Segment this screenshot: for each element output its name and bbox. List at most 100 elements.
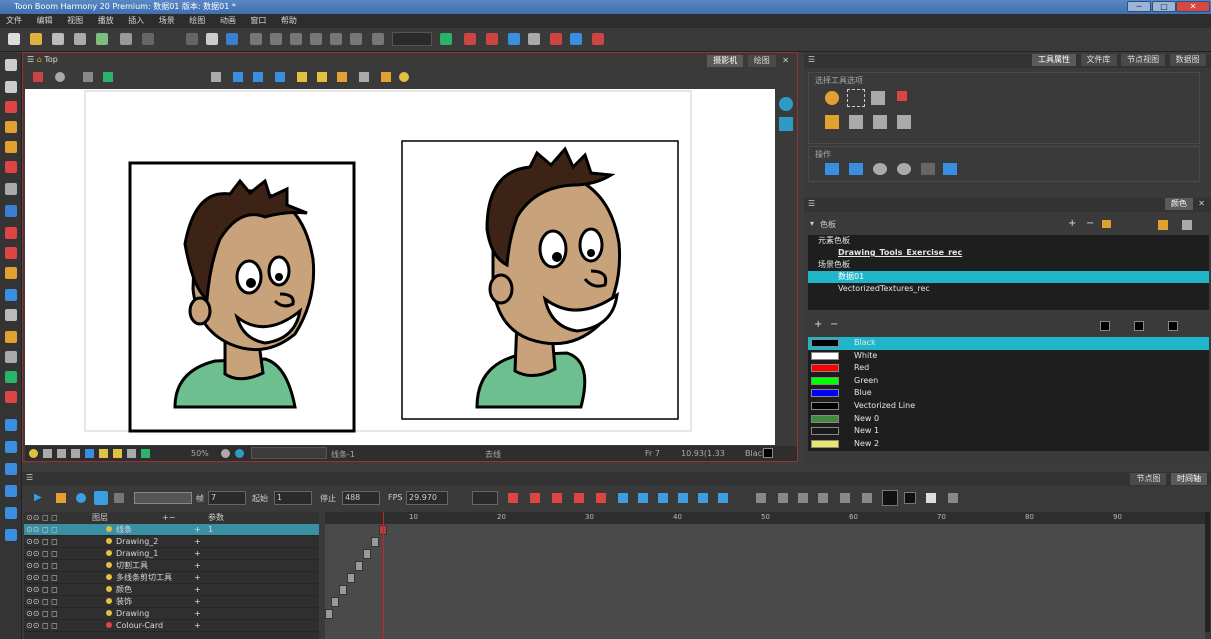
brush-icon[interactable]	[5, 101, 17, 113]
tab-color[interactable]: 颜色	[1165, 198, 1193, 210]
split-icon[interactable]	[718, 493, 728, 503]
toggle-b-icon[interactable]	[57, 449, 66, 458]
undo-icon[interactable]	[120, 33, 132, 45]
option-d-icon[interactable]	[897, 115, 911, 129]
kf-tool-e-icon[interactable]	[862, 493, 872, 503]
layer-row[interactable]: ⊙⊙ ◻ ◻ Colour-Card +	[24, 620, 319, 632]
rotate-icon[interactable]	[221, 449, 230, 458]
motion-icon[interactable]	[574, 493, 584, 503]
function-icon[interactable]	[528, 33, 540, 45]
light-table-icon[interactable]	[440, 33, 452, 45]
home-icon[interactable]: ⌂	[37, 55, 42, 64]
timeline-tool-b-icon[interactable]	[5, 441, 17, 453]
toggle-e-icon[interactable]	[99, 449, 108, 458]
tool-e-icon[interactable]	[330, 33, 342, 45]
palette-item-drawing-tools[interactable]: Drawing_Tools_Exercise_rec	[808, 247, 1209, 259]
menu-animation[interactable]: 动画	[214, 14, 242, 28]
menu-play[interactable]: 播放	[92, 14, 120, 28]
swatch-row-new1[interactable]: New 1	[808, 425, 1209, 438]
hand-icon[interactable]	[5, 309, 17, 321]
save-icon[interactable]	[52, 33, 64, 45]
brush-tool-icon[interactable]	[570, 33, 582, 45]
insert-frame-icon[interactable]	[638, 493, 648, 503]
palette-lock-icon[interactable]	[1158, 220, 1168, 230]
snap-icon[interactable]	[871, 91, 885, 105]
close-button[interactable]: ✕	[1176, 1, 1210, 12]
view-mode-c-icon[interactable]	[926, 493, 936, 503]
tab-timeline[interactable]: 时间轴	[1171, 473, 1207, 485]
clear-icon[interactable]	[756, 493, 766, 503]
kf-tool-c-icon[interactable]	[818, 493, 828, 503]
kf-next-icon[interactable]	[678, 493, 688, 503]
grid-tool-icon[interactable]	[5, 351, 17, 363]
swatch-row-new2[interactable]: New 2	[808, 438, 1209, 451]
toggle-h-icon[interactable]	[141, 449, 150, 458]
tab-node-view[interactable]: 节点视图	[1121, 54, 1166, 66]
palette-item-vectorized-textures[interactable]: VectorizedTextures_rec	[808, 283, 1209, 295]
cutter-icon[interactable]	[5, 267, 17, 279]
swatch-row-new0[interactable]: New 0	[808, 413, 1209, 426]
keyframe-cell[interactable]	[371, 537, 379, 547]
import-icon[interactable]	[96, 33, 108, 45]
contour-editor-icon[interactable]	[5, 81, 17, 93]
keyframe-remove-icon[interactable]	[530, 493, 540, 503]
pencil-tool-icon[interactable]	[337, 72, 347, 82]
layer-row[interactable]: ⊙⊙ ◻ ◻ 颜色 +	[24, 584, 319, 596]
current-color-chip[interactable]	[763, 448, 773, 458]
tab-camera[interactable]: 摄影机	[707, 55, 744, 67]
play-icon[interactable]: ▶	[34, 492, 42, 503]
close-view-icon[interactable]: ✕	[782, 56, 789, 65]
stop-input[interactable]: 488	[342, 491, 380, 505]
menu-icon[interactable]: ☰	[27, 55, 37, 64]
open-icon[interactable]	[30, 33, 42, 45]
select-by-color-icon[interactable]	[897, 91, 907, 101]
keyframe-add-icon[interactable]	[508, 493, 518, 503]
frame-grid[interactable]: 10 20 30 40 50 60 70 80 90	[325, 512, 1205, 639]
reset-rotation-icon[interactable]	[235, 449, 244, 458]
reset-view-icon[interactable]	[779, 97, 793, 111]
grid-icon[interactable]	[486, 33, 498, 45]
palette-group-element[interactable]: 元素色板	[808, 235, 1209, 247]
save-as-icon[interactable]	[74, 33, 86, 45]
extend-icon[interactable]	[618, 493, 628, 503]
cut-icon[interactable]	[186, 33, 198, 45]
ease-icon[interactable]	[552, 493, 562, 503]
add-peg-icon[interactable]	[33, 72, 43, 82]
fps-input[interactable]: 29.970	[406, 491, 448, 505]
camera-tool-icon[interactable]	[5, 391, 17, 403]
layer-row[interactable]: ⊙⊙ ◻ ◻ Drawing_2 +	[24, 536, 319, 548]
menu-help[interactable]: 帮助	[275, 14, 303, 28]
color-menu-icon[interactable]: ☰	[808, 199, 815, 208]
dropper-icon[interactable]	[5, 247, 17, 259]
swatch-row-red[interactable]: Red	[808, 362, 1209, 375]
up-arrow-icon[interactable]	[508, 33, 520, 45]
menu-insert[interactable]: 插入	[122, 14, 150, 28]
tab-tool-properties[interactable]: 工具属性	[1032, 54, 1076, 66]
layer-row[interactable]: ⊙⊙ ◻ ◻ 线条 + 1	[24, 524, 319, 536]
remove-palette-icon[interactable]: −	[1086, 218, 1094, 229]
tab-node-view-bottom[interactable]: 节点图	[1130, 473, 1167, 485]
palette-item-data01[interactable]: 数据01	[808, 271, 1209, 283]
contour-icon[interactable]	[103, 72, 113, 82]
menu-view[interactable]: 视图	[61, 14, 89, 28]
palette-group-scene[interactable]: 场景色板	[808, 259, 1209, 271]
rotate-ccw-icon[interactable]	[873, 163, 887, 175]
effects-icon[interactable]	[550, 33, 562, 45]
option-b-icon[interactable]	[849, 115, 863, 129]
timeline-tool-c-icon[interactable]	[5, 463, 17, 475]
drawing-canvas[interactable]	[25, 89, 775, 445]
tab-library[interactable]: 文件库	[1080, 54, 1117, 66]
view-mode-d-icon[interactable]	[948, 493, 958, 503]
maximize-button[interactable]: □	[1152, 1, 1176, 12]
close-color-icon[interactable]: ✕	[1198, 199, 1205, 208]
playback-speed-slider[interactable]	[134, 492, 192, 504]
peg-icon[interactable]	[592, 33, 604, 45]
tool-d-icon[interactable]	[310, 33, 322, 45]
rotate-cw-icon[interactable]	[897, 163, 911, 175]
kf-tool-d-icon[interactable]	[840, 493, 850, 503]
swatch-row-blue[interactable]: Blue	[808, 387, 1209, 400]
add-layer-icon[interactable]: +−	[162, 512, 175, 524]
center-icon[interactable]	[275, 72, 285, 82]
folder-icon[interactable]	[1102, 220, 1111, 228]
tab-drawing[interactable]: 绘图	[747, 55, 776, 67]
